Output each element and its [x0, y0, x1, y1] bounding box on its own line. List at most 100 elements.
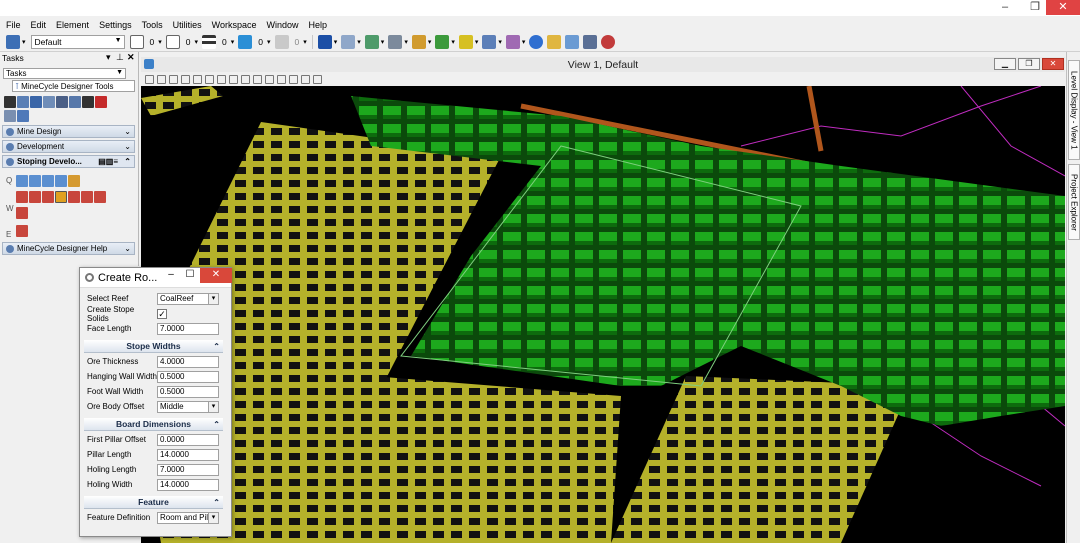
select-tool-icon[interactable]: [4, 96, 16, 108]
tool-icon[interactable]: [29, 191, 41, 203]
view-previous-icon[interactable]: [253, 74, 262, 84]
create-rooms-tool-icon[interactable]: [55, 191, 67, 203]
face-length-input[interactable]: 7.0000: [157, 322, 219, 335]
chevron-down-icon[interactable]: ▾: [498, 38, 502, 46]
window-area-icon[interactable]: [205, 74, 214, 84]
tool-icon[interactable]: [16, 191, 28, 203]
feature-group[interactable]: Feature ⌃: [84, 496, 223, 509]
tool-icon[interactable]: [42, 191, 54, 203]
models-icon[interactable]: [388, 35, 403, 49]
dialog-restore-button[interactable]: ☐: [179, 268, 201, 283]
menu-file[interactable]: File: [6, 20, 21, 30]
rotate-view-icon[interactable]: [229, 74, 238, 84]
pan-view-icon[interactable]: [241, 74, 250, 84]
zoom-in-icon[interactable]: [181, 74, 190, 84]
hanging-wall-input[interactable]: 0.5000: [157, 370, 219, 383]
tool-icon[interactable]: [16, 207, 28, 219]
create-stope-checkbox[interactable]: ✓: [157, 308, 167, 319]
ore-offset-dropdown[interactable]: Middle ▾: [157, 400, 219, 413]
tool-icon[interactable]: [43, 96, 55, 108]
cells-icon[interactable]: [565, 35, 580, 49]
chevron-down-icon[interactable]: ▾: [404, 38, 408, 46]
section-stoping[interactable]: Stoping Develo... ▤▥≡ ⌃: [2, 155, 135, 168]
menu-edit[interactable]: Edit: [31, 20, 47, 30]
tool-icon[interactable]: [16, 225, 28, 237]
chevron-down-icon[interactable]: ▾: [303, 38, 307, 46]
tool-icon[interactable]: [30, 96, 42, 108]
fit-view-icon[interactable]: [217, 74, 226, 84]
tool-icon[interactable]: [68, 191, 80, 203]
section-help[interactable]: MineCycle Designer Help ⌄: [2, 242, 135, 255]
chevron-down-icon[interactable]: ▾: [451, 38, 455, 46]
pillar-length-input[interactable]: 14.0000: [157, 448, 219, 461]
tool-icon[interactable]: [68, 175, 80, 187]
board-dimensions-group[interactable]: Board Dimensions ⌃: [84, 418, 223, 431]
chevron-up-icon[interactable]: ⌃: [124, 157, 131, 166]
project-explorer-tab[interactable]: Project Explorer: [1068, 164, 1080, 240]
display-style-icon[interactable]: [157, 74, 166, 84]
tool-icon[interactable]: [42, 175, 54, 187]
view-attributes-icon[interactable]: [145, 74, 154, 84]
menu-workspace[interactable]: Workspace: [212, 20, 257, 30]
camera-icon[interactable]: [277, 74, 286, 84]
chevron-down-icon[interactable]: ▾: [357, 38, 361, 46]
tool-icon[interactable]: [4, 110, 16, 122]
style-icon[interactable]: [165, 35, 180, 49]
tool-icon[interactable]: [16, 175, 28, 187]
chevron-down-icon[interactable]: ▾: [334, 38, 338, 46]
tool-icon[interactable]: [55, 175, 67, 187]
feature-def-dropdown[interactable]: Room and Pill ▾: [157, 511, 219, 524]
render-icon[interactable]: [313, 74, 322, 84]
tool-icon[interactable]: [69, 96, 81, 108]
close-button[interactable]: ✕: [1046, 0, 1080, 15]
element-selection-icon[interactable]: [317, 35, 332, 49]
dialog-titlebar[interactable]: Create Ro... – ☐ ✕: [80, 268, 232, 288]
transparency-icon[interactable]: [238, 35, 253, 49]
pin-icon[interactable]: ⊥: [116, 52, 124, 63]
settings-icon[interactable]: [583, 35, 598, 49]
holing-length-input[interactable]: 7.0000: [157, 463, 219, 476]
model-combo[interactable]: Default ▼: [30, 35, 125, 49]
delete-icon[interactable]: [95, 96, 107, 108]
zoom-out-icon[interactable]: [193, 74, 202, 84]
chevron-down-icon[interactable]: ▾: [195, 38, 199, 46]
fence-icon[interactable]: [341, 35, 356, 49]
section-development[interactable]: Development ⌄: [2, 140, 135, 153]
clip-volume-icon[interactable]: [289, 74, 298, 84]
chevron-down-icon[interactable]: ▾: [381, 38, 385, 46]
view-close-button[interactable]: ✕: [1042, 58, 1064, 70]
chevron-down-icon[interactable]: ▾: [231, 38, 235, 46]
level-display-tab[interactable]: Level Display - View 1: [1068, 60, 1080, 160]
menu-settings[interactable]: Settings: [99, 20, 132, 30]
tasks-combo[interactable]: Tasks ▼: [3, 68, 126, 79]
attributes-icon[interactable]: [6, 35, 20, 49]
ore-thickness-input[interactable]: 4.0000: [157, 355, 219, 368]
chevron-down-icon[interactable]: ▾: [158, 38, 162, 46]
menu-help[interactable]: Help: [309, 20, 328, 30]
info-icon[interactable]: [529, 35, 544, 49]
stope-widths-group[interactable]: Stope Widths ⌃: [84, 340, 223, 353]
chevron-down-icon[interactable]: ▾: [522, 38, 526, 46]
menu-utilities[interactable]: Utilities: [173, 20, 202, 30]
tool-icon[interactable]: [82, 96, 94, 108]
select-reef-dropdown[interactable]: CoalReef ▾: [157, 292, 219, 305]
weight-icon[interactable]: [202, 35, 217, 49]
tool-icon[interactable]: [81, 191, 93, 203]
view-canvas[interactable]: [141, 86, 1065, 543]
foot-wall-input[interactable]: 0.5000: [157, 385, 219, 398]
references-icon[interactable]: [364, 35, 379, 49]
first-pillar-input[interactable]: 0.0000: [157, 433, 219, 446]
view-next-icon[interactable]: [265, 74, 274, 84]
level-icon[interactable]: [129, 35, 144, 49]
tool-icon[interactable]: [29, 175, 41, 187]
menu-element[interactable]: Element: [56, 20, 89, 30]
tool-icon[interactable]: [56, 96, 68, 108]
priority-icon[interactable]: [274, 35, 289, 49]
update-view-icon[interactable]: [169, 74, 178, 84]
menu-tools[interactable]: Tools: [142, 20, 163, 30]
minecycle-tools-tab[interactable]: ⊺ MineCycle Designer Tools: [12, 80, 135, 92]
annotate-icon[interactable]: [505, 35, 520, 49]
view-mode-icon[interactable]: ▤▥≡: [98, 157, 118, 166]
tool-icon[interactable]: [94, 191, 106, 203]
minimize-button[interactable]: –: [990, 0, 1020, 15]
